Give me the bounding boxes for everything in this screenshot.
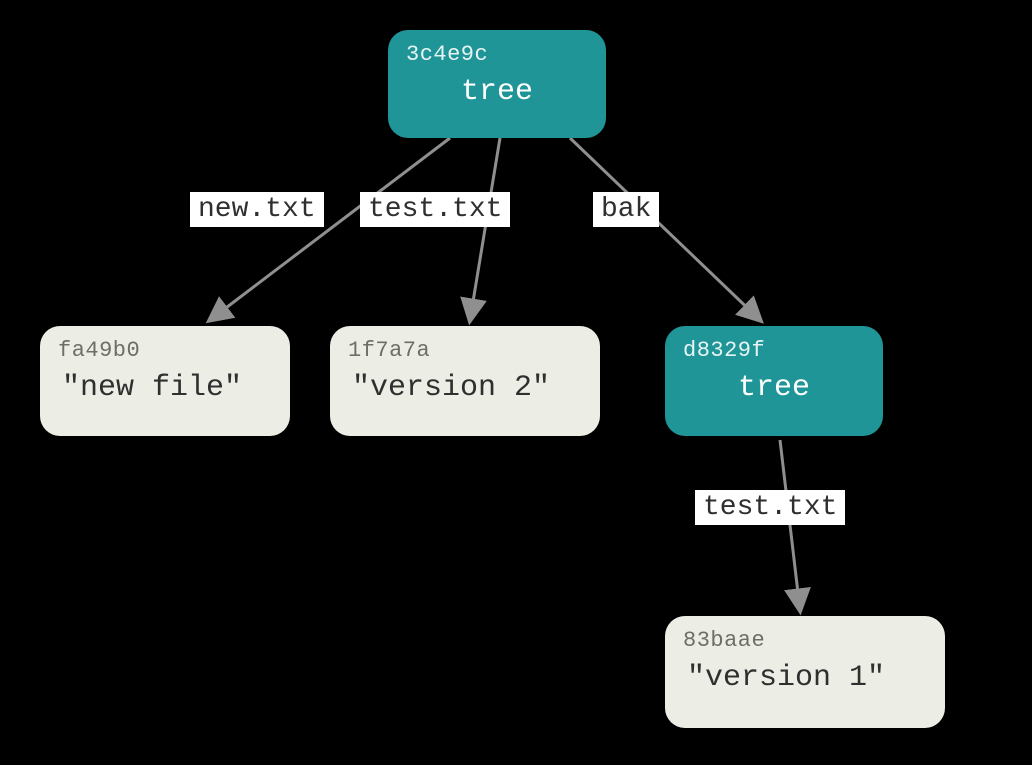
node-new-blob: fa49b0 "new file"	[40, 326, 290, 436]
node-v1-blob: 83baae "version 1"	[665, 616, 945, 728]
node-label: "new file"	[58, 370, 272, 406]
node-label: "version 1"	[683, 660, 927, 696]
node-v2-blob: 1f7a7a "version 2"	[330, 326, 600, 436]
edge-label-test2: test.txt	[695, 490, 845, 525]
edge-root-new	[210, 138, 450, 320]
edge-label-test: test.txt	[360, 192, 510, 227]
node-hash: 1f7a7a	[348, 338, 582, 364]
node-label: tree	[406, 74, 588, 110]
diagram-canvas: 3c4e9c tree fa49b0 "new file" 1f7a7a "ve…	[0, 0, 1032, 765]
node-hash: 83baae	[683, 628, 927, 654]
edge-bak-v1	[780, 440, 800, 610]
node-hash: 3c4e9c	[406, 42, 588, 68]
edge-root-bak	[570, 138, 760, 320]
node-label: tree	[683, 370, 865, 406]
node-bak-tree: d8329f tree	[665, 326, 883, 436]
node-hash: fa49b0	[58, 338, 272, 364]
node-hash: d8329f	[683, 338, 865, 364]
edge-label-new: new.txt	[190, 192, 324, 227]
node-root-tree: 3c4e9c tree	[388, 30, 606, 138]
edge-label-bak: bak	[593, 192, 659, 227]
node-label: "version 2"	[348, 370, 582, 406]
edge-root-v2	[470, 138, 500, 320]
